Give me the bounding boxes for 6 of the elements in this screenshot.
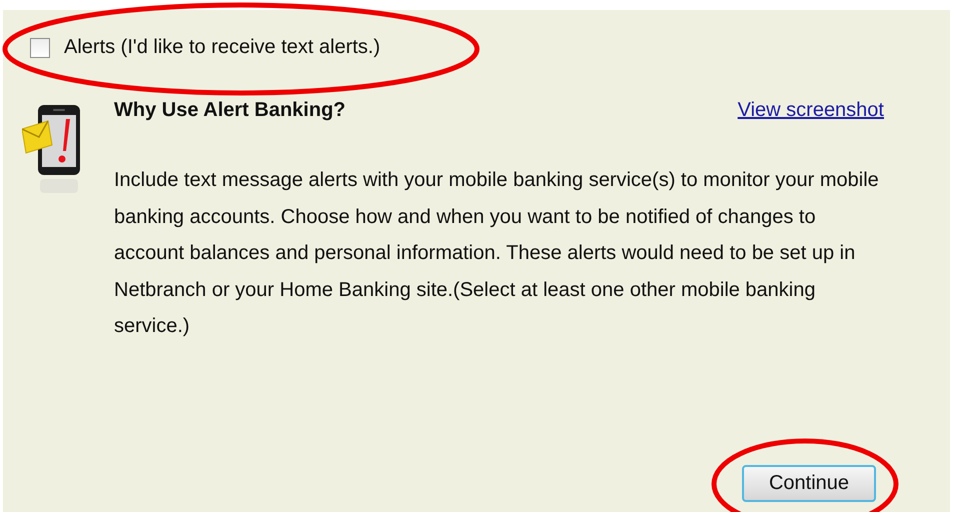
continue-button[interactable]: Continue (742, 465, 876, 502)
alerts-label[interactable]: Alerts (I'd like to receive text alerts.) (64, 36, 380, 59)
info-title: Why Use Alert Banking? (114, 99, 346, 122)
info-paragraph: Include text message alerts with your mobile banking service(s) to monitor your mobile banking accounts. Choose how and when you want to be notified of changes to account balances and personal information. These alerts would need to be set up in Netbranch or your Home Banking site.(Select at least one other mobile banking service.) (114, 168, 880, 339)
view-screenshot-link[interactable]: View screenshot (738, 99, 884, 122)
alerts-checkbox[interactable] (30, 38, 50, 58)
